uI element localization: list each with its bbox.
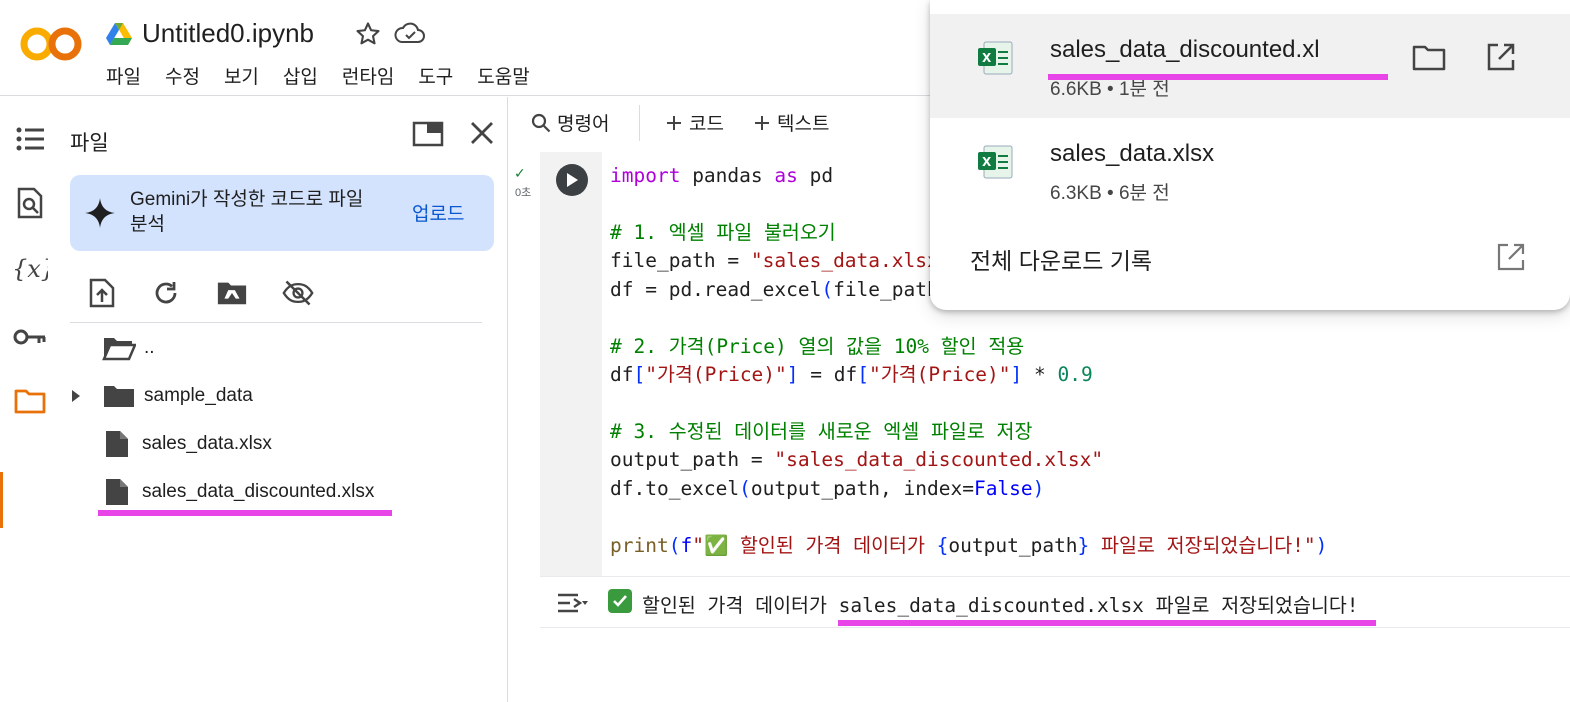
download-item[interactable]: X sales_data.xlsx 6.3KB • 6분 전: [930, 118, 1570, 222]
tree-item-sales-data-discounted[interactable]: sales_data_discounted.xlsx: [60, 472, 500, 512]
code-line: # 2. 가격(Price) 열의 값을 10% 할인 적용: [610, 335, 1025, 358]
highlight-underline: [838, 620, 1376, 626]
code-line: output_path = "sales_data_discounted.xls…: [610, 448, 1104, 471]
notebook-title[interactable]: Untitled0.ipynb: [142, 18, 314, 49]
play-icon: [567, 173, 578, 187]
colab-logo[interactable]: [20, 24, 82, 64]
gemini-sparkle-icon: [85, 198, 115, 228]
download-file-name: sales_data.xlsx: [1050, 140, 1215, 167]
full-download-history-link[interactable]: 전체 다운로드 기록: [970, 242, 1152, 276]
output-text: 할인된 가격 데이터가 sales_data_discounted.xlsx 파…: [642, 594, 1359, 617]
refresh-icon[interactable]: [150, 277, 182, 309]
menu-tools[interactable]: 도구: [418, 62, 453, 89]
tree-item-label: sales_data_discounted.xlsx: [142, 481, 375, 502]
download-file-name: sales_data_discounted.xlsx: [1050, 36, 1318, 63]
close-icon[interactable]: [468, 119, 496, 147]
show-in-folder-icon[interactable]: [1412, 44, 1446, 72]
excel-file-icon: X: [978, 41, 1013, 75]
add-code-button[interactable]: 코드: [665, 109, 724, 136]
search-icon: [531, 113, 551, 132]
folder-open-icon: [102, 338, 136, 361]
folder-icon: [104, 386, 134, 407]
open-external-icon[interactable]: [1486, 42, 1516, 72]
code-line: import pandas as pd: [610, 164, 834, 187]
tree-item-sales-data[interactable]: sales_data.xlsx: [60, 424, 500, 464]
downloads-popup: X sales_data_discounted.xlsx 6.6KB • 1분 …: [930, 0, 1570, 310]
highlight-underline: [1048, 74, 1388, 80]
command-palette-button[interactable]: 명령어: [531, 109, 609, 136]
menu-insert[interactable]: 삽입: [283, 62, 318, 89]
secrets-key-icon[interactable]: [12, 319, 48, 355]
hide-visibility-icon[interactable]: [282, 277, 314, 309]
star-icon[interactable]: [354, 20, 382, 48]
files-panel-title: 파일: [70, 132, 109, 155]
colab-window: Untitled0.ipynb 파일 수정 보기 삽입 런타임 도구 도움말 {…: [0, 0, 1570, 702]
plus-icon: [755, 115, 769, 130]
find-replace-icon[interactable]: [12, 185, 48, 221]
add-text-label: 텍스트: [777, 114, 830, 135]
variables-icon[interactable]: {x}: [12, 251, 48, 287]
tree-item-label: ..: [144, 337, 155, 358]
add-code-label: 코드: [689, 114, 724, 135]
menu-edit[interactable]: 수정: [165, 62, 200, 89]
open-external-icon[interactable]: [1496, 242, 1526, 272]
code-line: # 3. 수정된 데이터를 새로운 엑셀 파일로 저장: [610, 420, 1033, 443]
left-rail: {x}: [0, 97, 60, 702]
divider: [70, 322, 482, 323]
code-line: df = pd.read_excel(file_path): [610, 278, 951, 301]
upload-link[interactable]: 업로드: [412, 199, 464, 226]
output-options-icon[interactable]: [554, 589, 590, 617]
gemini-suggestion-card[interactable]: Gemini가 작성한 코드로 파일 분석 업로드: [70, 175, 494, 251]
code-line: print(f"✅ 할인된 가격 데이터가 {output_path} 파일로 …: [610, 534, 1328, 557]
highlight-underline: [98, 510, 392, 516]
toolbar-divider: [639, 105, 640, 141]
mount-drive-icon[interactable]: [216, 277, 248, 309]
menu-view[interactable]: 보기: [224, 62, 259, 89]
check-mark-icon: [608, 589, 632, 613]
menu-file[interactable]: 파일: [106, 62, 141, 89]
tree-item-parent[interactable]: ..: [60, 328, 500, 368]
download-file-meta: 6.3KB • 6분 전: [1050, 183, 1170, 204]
files-folder-icon[interactable]: [12, 383, 48, 419]
tree-item-label: sales_data.xlsx: [142, 433, 272, 454]
expand-arrow-icon[interactable]: [70, 388, 82, 404]
exec-time: 0초: [515, 187, 532, 199]
table-of-contents-icon[interactable]: [12, 121, 48, 157]
download-item[interactable]: X sales_data_discounted.xlsx 6.6KB • 1분 …: [930, 14, 1570, 118]
menu-runtime[interactable]: 런타임: [342, 62, 394, 89]
exec-check-icon: ✓: [514, 165, 526, 181]
upload-file-icon[interactable]: [86, 277, 118, 309]
menu-bar: 파일 수정 보기 삽입 런타임 도구 도움말: [106, 62, 554, 89]
cloud-saved-icon[interactable]: [394, 20, 426, 48]
code-line: file_path = "sales_data.xlsx": [610, 249, 951, 272]
tree-item-sample-data[interactable]: sample_data: [60, 376, 500, 416]
code-line: df.to_excel(output_path, index=False): [610, 477, 1045, 500]
plus-icon: [667, 115, 681, 130]
excel-file-icon: X: [978, 145, 1013, 179]
menu-help[interactable]: 도움말: [477, 62, 529, 89]
file-icon: [106, 431, 128, 457]
add-text-button[interactable]: 텍스트: [753, 109, 829, 136]
code-line: # 1. 엑셀 파일 불러오기: [610, 221, 836, 244]
svg-text:X: X: [982, 51, 992, 65]
command-label: 명령어: [557, 114, 610, 135]
open-in-tab-icon[interactable]: [412, 121, 444, 147]
files-panel: 파일 Gemini가 작성한 코드로 파일 분석 업로드 .. sample_d…: [60, 97, 508, 702]
cell-gutter: [540, 152, 602, 576]
gemini-suggestion-text: Gemini가 작성한 코드로 파일 분석: [130, 189, 364, 235]
file-icon: [106, 479, 128, 505]
svg-text:{x}: {x}: [12, 255, 48, 283]
svg-text:X: X: [982, 155, 992, 169]
run-cell-button[interactable]: [556, 164, 588, 196]
tree-item-label: sample_data: [144, 385, 253, 406]
google-drive-icon[interactable]: [106, 22, 132, 46]
code-line: df["가격(Price)"] = df["가격(Price)"] * 0.9: [610, 363, 1093, 386]
rail-active-indicator: [0, 472, 3, 528]
